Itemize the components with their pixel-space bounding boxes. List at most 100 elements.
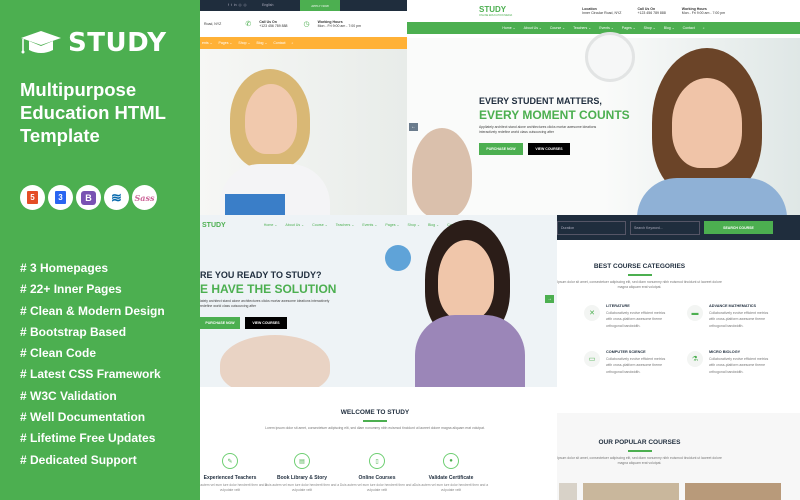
nav-item[interactable]: Teachers ⌄ — [336, 223, 355, 227]
feature-item: # Latest CSS Framework — [20, 367, 161, 382]
feature-description: Duis autem vel eum iure dolor hendrerit … — [264, 483, 340, 492]
course-thumbnail[interactable] — [685, 483, 781, 500]
view-courses-button[interactable]: VIEW COURSES — [245, 317, 287, 329]
nav-item[interactable]: Events ⌄ — [599, 26, 614, 30]
section-title: WELCOME TO STUDY — [340, 409, 410, 416]
info-bar: Road, NYZ ✆ Call Us On +123 456 789 888 ◷… — [200, 11, 407, 37]
course-thumbnail[interactable] — [559, 483, 577, 500]
search-course-button[interactable]: SEARCH COURSE — [704, 221, 773, 234]
purchase-now-button[interactable]: PURCHASE NOW — [479, 143, 523, 155]
microscope-icon: ⚗ — [687, 351, 703, 367]
certificate-icon: ● — [443, 453, 459, 469]
feature-item: # W3C Validation — [20, 388, 117, 403]
literature-icon: ✕ — [584, 305, 600, 321]
site-logo[interactable]: STUDY — [202, 222, 226, 229]
screenshot-homepage-white: STUDY Home ⌄ About Us ⌄ Course ⌄ Teacher… — [200, 215, 557, 387]
feature-title: Book Library & Story — [276, 475, 327, 481]
background-student — [412, 128, 472, 215]
nav-item[interactable]: Shop ⌄ — [408, 223, 420, 227]
hero-description: iately architect stand alone architectur… — [200, 299, 330, 308]
category-computer-science[interactable]: COMPUTER SCIENCE Collaboratively evolve e… — [606, 349, 666, 375]
sass-icon: Sass — [132, 185, 157, 210]
title-line: Multipurpose — [20, 79, 137, 100]
nav-item[interactable]: Course ⌄ — [312, 223, 328, 227]
category-advance-mathematics[interactable]: ADVANCE MATHEMATICS Collaboratively evolv… — [709, 303, 769, 329]
nav-item[interactable]: Shop ⌄ — [644, 26, 656, 30]
main-nav: ents ⌄ Pages ⌄ Shop ⌄ Blog ⌄ Contact ⌕ — [200, 37, 407, 49]
feature-validate-certificate: ● Validate Certificate Duis autem vel eu… — [411, 453, 491, 493]
feature-list: # 3 Homepages # 22+ Inner Pages # Clean … — [20, 258, 165, 471]
nav-item[interactable]: Home ⌄ — [264, 223, 278, 227]
hero-heading: RE YOU READY TO STUDY? — [200, 270, 322, 280]
section-description: Ipsum dolor sit amet, consectetuer adipi… — [557, 279, 722, 289]
nav-item[interactable]: Blog ⌄ — [256, 41, 267, 45]
slider-next-arrow[interactable]: → — [545, 295, 554, 303]
section-title: OUR POPULAR COURSES — [598, 439, 681, 446]
top-bar: f t in ◎ ◎ English APPLY NOW — [200, 0, 407, 11]
phone-icon: ✆ — [245, 21, 252, 28]
nav-item[interactable]: Blog ⌄ — [664, 26, 675, 30]
nav-item[interactable]: Shop ⌄ — [238, 41, 250, 45]
nav-item[interactable]: Teachers ⌄ — [573, 26, 591, 30]
nav-item[interactable]: Pages ⌄ — [219, 41, 233, 45]
purchase-now-button[interactable]: PURCHASE NOW — [200, 317, 240, 329]
hero-slider: ← EVERY STUDENT MATTERS, EVERY MOMENT CO… — [407, 32, 800, 215]
search-icon[interactable]: ⌕ — [291, 41, 293, 45]
promo-title: Multipurpose Education HTML Template — [20, 78, 200, 147]
mobile-icon: ▯ — [369, 453, 385, 469]
course-search-bar: Duration Search Keyword... SEARCH COURSE — [557, 215, 800, 240]
nav-item[interactable]: Events ⌄ — [362, 223, 377, 227]
teacher-face — [672, 78, 742, 168]
keyword-field[interactable]: Search Keyword... — [630, 220, 700, 235]
duration-field[interactable]: Duration — [557, 220, 626, 235]
title-underline — [627, 274, 652, 276]
computer-icon: ▭ — [584, 351, 600, 367]
nav-item[interactable]: Blog ⌄ — [428, 223, 439, 227]
feature-item: # 22+ Inner Pages — [20, 282, 122, 297]
site-logo[interactable]: STUDY ONLINE EDUCATION MEDIA — [479, 5, 512, 17]
screenshot-homepage-orange: f t in ◎ ◎ English APPLY NOW Road, NYZ ✆… — [200, 0, 407, 215]
feature-item: # Bootstrap Based — [20, 324, 127, 339]
bootstrap-icon: B — [76, 185, 101, 210]
apply-now-button[interactable]: APPLY NOW — [300, 0, 340, 11]
title-underline — [363, 420, 387, 422]
slider-prev-arrow[interactable]: ← — [409, 123, 418, 131]
promo-panel: STUDY Multipurpose Education HTML Templa… — [0, 0, 200, 500]
nav-item[interactable]: Home ⌄ — [502, 26, 515, 30]
address-text: Road, NYZ — [204, 22, 222, 26]
section-description: Lorem ipsum dolor sit amet, consectetuer… — [265, 425, 485, 430]
teacher-shirt — [637, 178, 787, 215]
nav-item[interactable]: Pages ⌄ — [622, 26, 636, 30]
nav-item[interactable]: Contact — [273, 41, 285, 45]
feature-item: # Lifetime Free Updates — [20, 431, 156, 446]
nav-item[interactable]: ents ⌄ — [202, 41, 213, 45]
teacher-icon: ✎ — [222, 453, 238, 469]
hours-info: Working Hours Mon - Fri 9:00 am - 7:00 pm — [317, 20, 362, 28]
location-info: Location Inner Circular Road, NYZ — [582, 7, 622, 15]
student-face — [245, 84, 297, 154]
course-thumbnail[interactable] — [583, 483, 679, 500]
nav-item[interactable]: Contact — [683, 26, 695, 30]
nav-item[interactable]: Pages ⌄ — [385, 223, 399, 227]
student-shirt — [415, 315, 525, 387]
search-icon[interactable]: ⌕ — [703, 26, 705, 30]
nav-item[interactable]: About Us ⌄ — [524, 26, 542, 30]
nav-item[interactable]: Course ⌄ — [550, 26, 565, 30]
view-courses-button[interactable]: VIEW COURSES — [528, 143, 570, 155]
hours-info: Working Hours Mon - Fri 9:00 am - 7:00 pm — [681, 7, 726, 15]
feature-title: Validate Certificate — [428, 475, 474, 481]
call-info: Call Us On +123 456 789 888 — [259, 20, 288, 28]
clock-icon: ◷ — [303, 21, 310, 28]
category-literature[interactable]: LITERATURE Collaboratively evolve efficie… — [606, 303, 666, 329]
feature-description: Duis autem vel eum iure dolor hendrerit … — [200, 483, 268, 492]
children-background — [220, 335, 330, 387]
screenshot-homepage-green: STUDY ONLINE EDUCATION MEDIA Location Inn… — [407, 0, 800, 215]
jquery-icon: ≋ — [104, 185, 129, 210]
mathematics-icon: ▬ — [687, 305, 703, 321]
category-micro-biology[interactable]: MICRO BIOLOGY Collaboratively evolve effi… — [709, 349, 769, 375]
screenshot-welcome-section: WELCOME TO STUDY Lorem ipsum dolor sit a… — [200, 387, 557, 500]
book-stack — [225, 194, 285, 215]
language-select[interactable]: English — [262, 3, 273, 7]
css3-icon: 3 — [48, 185, 73, 210]
nav-item[interactable]: About Us ⌄ — [285, 223, 304, 227]
